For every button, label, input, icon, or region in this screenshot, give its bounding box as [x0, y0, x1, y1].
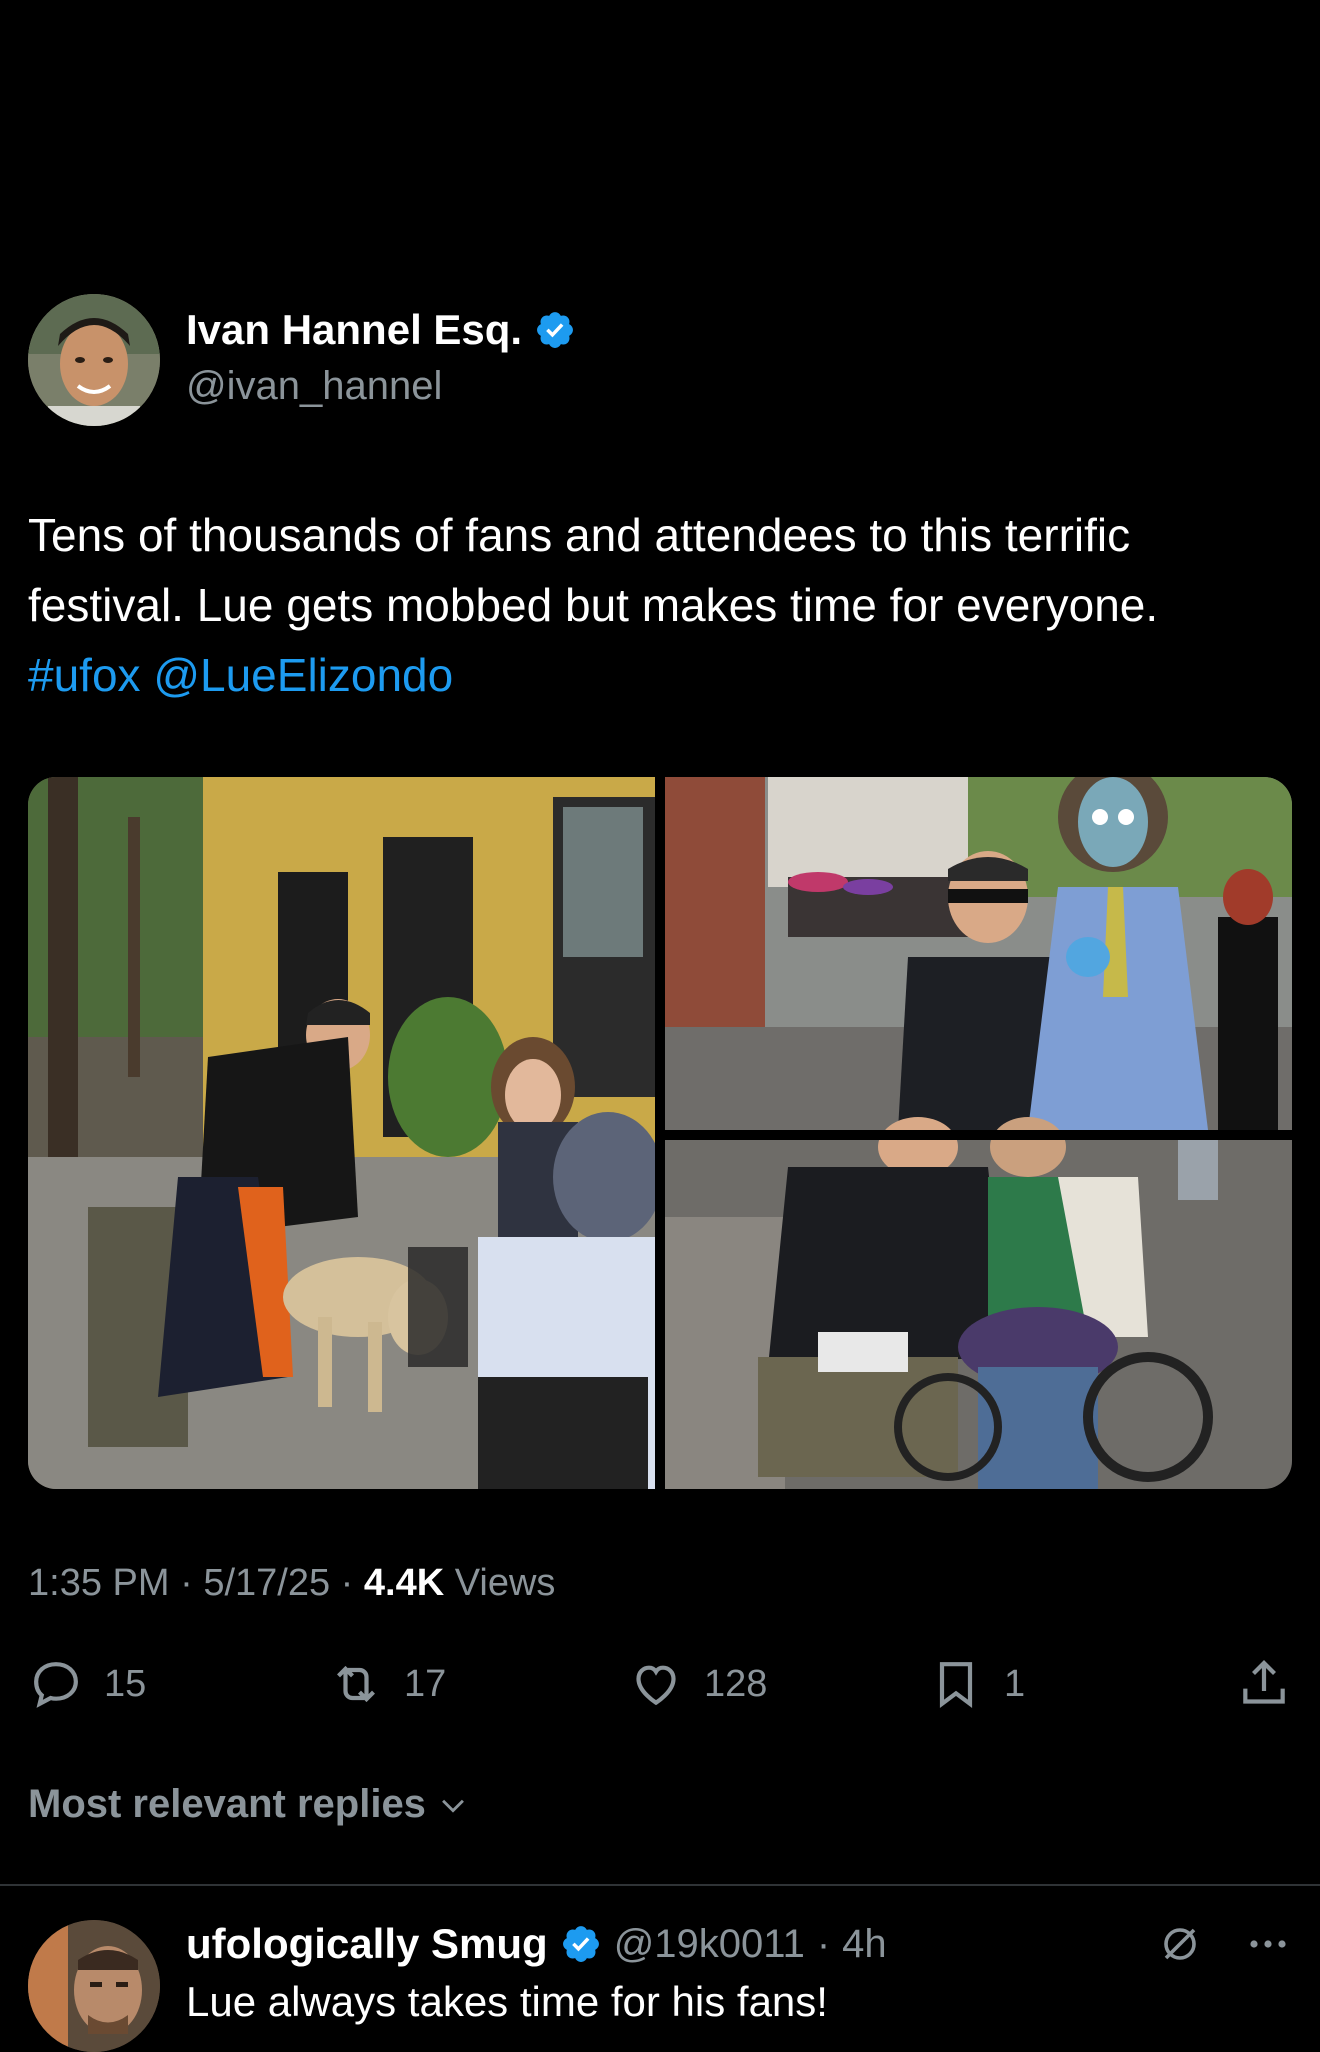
divider — [0, 1884, 1320, 1886]
reply-button[interactable]: 15 — [28, 1656, 146, 1712]
media-photo-1[interactable] — [28, 777, 663, 1489]
reply-age: 4h — [842, 1921, 887, 1966]
repost-count: 17 — [404, 1662, 447, 1705]
mention-link[interactable]: @LueElizondo — [153, 649, 453, 701]
grok-icon[interactable] — [1156, 1920, 1204, 1968]
repost-icon — [337, 1665, 375, 1703]
tweet-text: Tens of thousands of fans and attendees … — [28, 500, 1298, 710]
replies-sort-label: Most relevant replies — [28, 1782, 426, 1826]
share-button[interactable] — [1236, 1656, 1292, 1712]
tweet-body: Tens of thousands of fans and attendees … — [28, 509, 1159, 631]
author-handle[interactable]: @ivan_hannel — [186, 364, 442, 409]
author-avatar[interactable] — [28, 294, 160, 426]
meta-separator: · — [340, 1562, 364, 1604]
tweet-meta: 1:35 PM · 5/17/25 · 4.4K Views — [28, 1562, 555, 1605]
tweet-author: Ivan Hannel Esq. @ivan_hannel — [28, 292, 1288, 432]
views-label: Views — [454, 1562, 556, 1604]
bookmark-count: 1 — [1004, 1662, 1026, 1705]
tweet-date[interactable]: 5/17/25 — [203, 1562, 330, 1604]
media-photo-2[interactable] — [665, 777, 1292, 1130]
views-count: 4.4K — [363, 1562, 445, 1604]
like-button[interactable]: 128 — [628, 1656, 767, 1712]
tweet-actions: 15 17 128 1 — [28, 1656, 1292, 1726]
verified-badge-icon — [537, 312, 574, 348]
like-count: 128 — [704, 1662, 768, 1705]
meta-separator: · — [180, 1562, 204, 1604]
reply-count: 15 — [104, 1662, 147, 1705]
tweet-time[interactable]: 1:35 PM — [28, 1562, 170, 1604]
more-options-icon[interactable] — [1244, 1920, 1292, 1968]
reply-text: Lue always takes time for his fans! — [186, 1978, 828, 2025]
tweet-media-grid — [28, 777, 1292, 1489]
repost-button[interactable]: 17 — [328, 1656, 446, 1712]
replies-sort-dropdown[interactable]: Most relevant replies — [28, 1782, 470, 1827]
bookmark-icon — [939, 1662, 973, 1709]
verified-badge-icon — [562, 1926, 599, 1962]
chevron-down-icon — [442, 1799, 464, 1813]
reply-item[interactable]: ufologically Smug @19k0011 · 4h Lue alwa… — [28, 1920, 1292, 2052]
author-display-name[interactable]: Ivan Hannel Esq. — [186, 306, 522, 354]
share-icon — [1243, 1660, 1285, 1704]
reply-handle[interactable]: @19k0011 — [614, 1922, 805, 1967]
reply-display-name[interactable]: ufologically Smug — [186, 1920, 548, 1968]
reply-avatar[interactable] — [28, 1920, 160, 2052]
media-photo-3[interactable] — [665, 1117, 1292, 1489]
hashtag-link[interactable]: #ufox — [28, 649, 141, 701]
heart-icon — [636, 1665, 676, 1706]
reply-age-separator: · — [816, 1921, 831, 1966]
bookmark-button[interactable]: 1 — [928, 1656, 1025, 1712]
reply-icon — [34, 1662, 78, 1708]
